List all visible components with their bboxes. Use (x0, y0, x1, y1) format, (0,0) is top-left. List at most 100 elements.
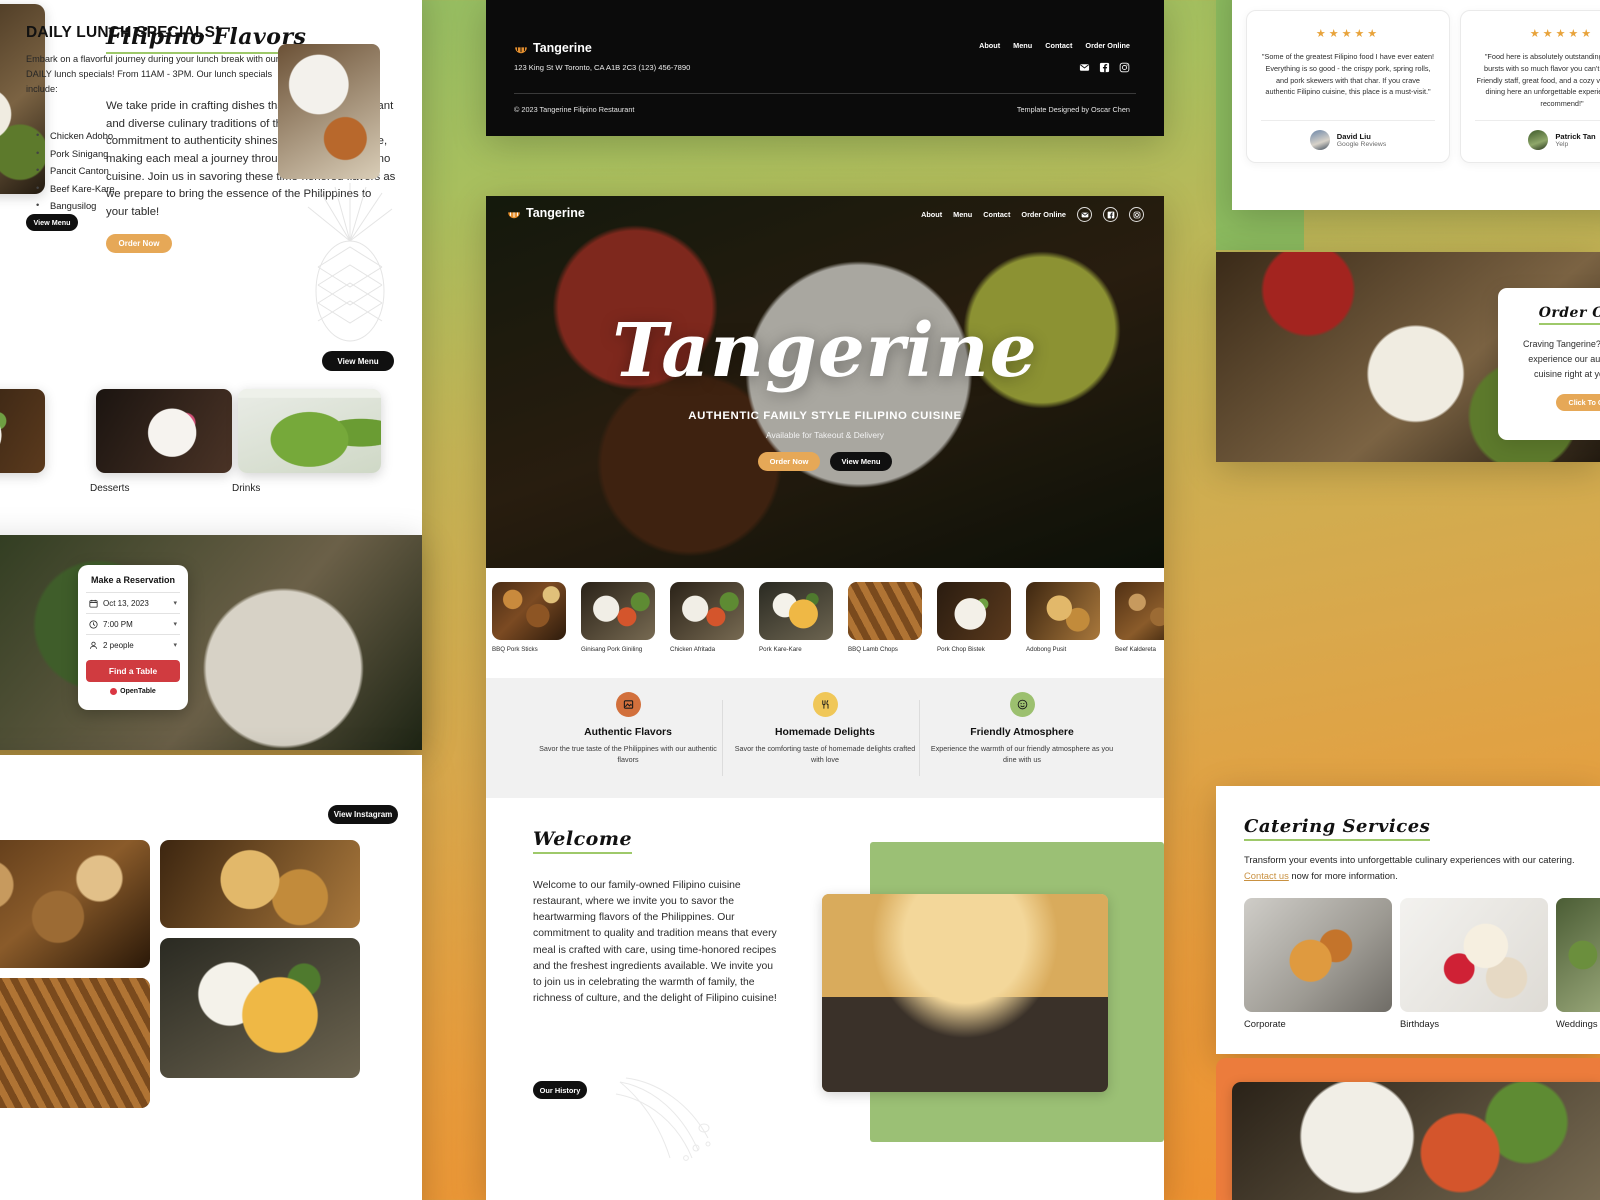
instagram-photo-2[interactable] (160, 840, 360, 928)
feature-friendly-atmosphere: Friendly Atmosphere Experience the warmt… (927, 692, 1117, 766)
nav-menu[interactable]: Menu (953, 210, 972, 219)
catering-body: Transform your events into unforgettable… (1244, 852, 1600, 884)
instagram-photo-1[interactable] (0, 840, 150, 968)
feature-divider (722, 700, 723, 776)
carousel-item-label: Pork Chop Bistek (937, 646, 985, 653)
footer-nav-order-online[interactable]: Order Online (1085, 41, 1130, 50)
chevron-down-icon: ▾ (173, 642, 177, 649)
carousel-item[interactable]: BBQ Lamb Chops (848, 582, 922, 653)
footer-brand[interactable]: Tangerine (514, 41, 592, 55)
carousel-item[interactable]: Adobong Pusit (1026, 582, 1100, 653)
order-online-title: Order Online (1538, 305, 1600, 325)
category-thumb-desserts[interactable] (96, 389, 232, 473)
person-icon (90, 641, 97, 649)
flavors-view-menu-button[interactable]: View Menu (322, 351, 394, 371)
instagram-icon[interactable] (1119, 62, 1130, 73)
hero-subtitle: AUTHENTIC FAMILY STYLE FILIPINO CUISINE (688, 410, 962, 422)
instagram-icon[interactable] (1129, 207, 1144, 222)
reservation-time-select[interactable]: 7:00 PM ▾ (86, 613, 180, 634)
catering-label-corporate: Corporate (1244, 1018, 1286, 1029)
feature-text: Savor the true taste of the Philippines … (539, 744, 717, 764)
testimonial-author: David Liu Google Reviews (1261, 120, 1435, 150)
feature-text: Experience the warmth of our friendly at… (930, 744, 1114, 764)
testimonial-name: Patrick Tan (1555, 132, 1596, 141)
feature-authentic-flavors: Authentic Flavors Savor the true taste o… (533, 692, 723, 766)
chevron-down-icon: ▾ (173, 621, 177, 628)
lunch-special-item: Beef Kare-Kare (34, 182, 115, 194)
testimonials-page-panel: Testimonials ★★★★★ "Some of the greatest… (1232, 0, 1600, 210)
dish-carousel[interactable]: BBQ Pork Sticks Ginisang Pork Giniling C… (486, 568, 1164, 678)
lunch-specials-list: Chicken Adobo Pork Sinigang Pancit Canto… (34, 129, 115, 218)
reservation-date-select[interactable]: Oct 13, 2023 ▾ (86, 592, 180, 613)
catering-photo-corporate[interactable] (1244, 898, 1392, 1012)
find-a-table-button[interactable]: Find a Table (86, 660, 180, 682)
opentable-logo-icon (110, 688, 118, 695)
category-label-drinks: Drinks (232, 483, 261, 494)
feature-title: Authentic Flavors (584, 727, 672, 738)
category-thumb-drinks[interactable] (238, 389, 381, 473)
lunch-special-item: Pork Sinigang (34, 147, 115, 159)
our-history-button[interactable]: Our History (533, 1081, 587, 1099)
opentable-label: OpenTable (120, 688, 156, 695)
footer-nav-menu[interactable]: Menu (1013, 41, 1032, 50)
reservation-widget[interactable]: Make a Reservation Oct 13, 2023 ▾ 7:00 P… (78, 565, 188, 710)
catering-photo-birthdays[interactable] (1400, 898, 1548, 1012)
footer-divider (514, 93, 1136, 94)
view-instagram-button[interactable]: View Instagram (328, 805, 398, 824)
carousel-item-label: Adobong Pusit (1026, 646, 1067, 653)
carousel-item-label: BBQ Pork Sticks (492, 646, 538, 653)
reservation-title: Make a Reservation (90, 575, 176, 585)
feature-homemade-delights: Homemade Delights Savor the comforting t… (730, 692, 920, 766)
nav-order-online[interactable]: Order Online (1021, 210, 1066, 219)
features-section: Authentic Flavors Savor the true taste o… (486, 678, 1164, 798)
instagram-photo-4[interactable] (0, 978, 150, 1108)
tangerine-logo-icon (508, 212, 520, 219)
lunch-special-item: Pancit Canton (34, 164, 115, 176)
carousel-item[interactable]: BBQ Pork Sticks (492, 582, 566, 653)
footer-nav-about[interactable]: About (979, 41, 1000, 50)
hero-order-now-button[interactable]: Order Now (758, 452, 820, 471)
nav-about[interactable]: About (921, 210, 942, 219)
facebook-icon[interactable] (1103, 207, 1118, 222)
footer-brand-name: Tangerine (533, 41, 592, 55)
hero-brand[interactable]: Tangerine (507, 206, 585, 220)
hero-title: Tangerine (612, 308, 1038, 394)
testimonial-card: ★★★★★ "Some of the greatest Filipino foo… (1246, 10, 1450, 163)
reservation-party-select[interactable]: 2 people ▾ (86, 634, 180, 655)
instagram-photo-3[interactable] (160, 938, 360, 1078)
click-to-order-button[interactable]: Click To Order (1556, 393, 1600, 411)
carousel-item-label: BBQ Lamb Chops (848, 646, 898, 653)
carousel-item[interactable]: Pork Chop Bistek (937, 582, 1011, 653)
carousel-item[interactable]: Pork Kare-Kare (759, 582, 833, 653)
carousel-item-label: Ginisang Pork Giniling (581, 646, 643, 653)
facebook-icon[interactable] (1099, 62, 1110, 73)
lunch-specials-heading: DAILY LUNCH SPECIALS! (26, 24, 221, 41)
carousel-item[interactable]: Chicken Afritada (670, 582, 744, 653)
lunch-special-item: Chicken Adobo (34, 129, 115, 141)
testimonial-quote: "Food here is absolutely outstanding. Ev… (1476, 52, 1600, 109)
pineapple-illustration (307, 183, 393, 342)
catering-title: Catering Services (1244, 816, 1431, 841)
hero-availability: Available for Takeout & Delivery (766, 430, 884, 440)
flavor-icon (615, 692, 641, 717)
flavors-order-now-button[interactable]: Order Now (106, 234, 172, 253)
homepage-panel: Tangerine About Menu Contact Order Onlin… (486, 196, 1164, 1200)
category-thumb-entrees[interactable] (0, 389, 45, 473)
catering-photo-weddings[interactable] (1556, 898, 1600, 1012)
catering-contact-link[interactable]: Contact us (1244, 870, 1289, 881)
peapod-illustration (615, 1077, 711, 1161)
carousel-item[interactable]: Ginisang Pork Giniling (581, 582, 655, 653)
welcome-body: Welcome to our family-owned Filipino cui… (533, 880, 777, 1004)
hero-cta-group: Order Now View Menu (486, 452, 1164, 471)
reservation-page-panel (0, 535, 422, 750)
hero-view-menu-button[interactable]: View Menu (830, 452, 892, 471)
footer-nav-contact[interactable]: Contact (1045, 41, 1072, 50)
footer-address: 123 King St W Toronto, CA A1B 2C3 (123) … (514, 63, 691, 72)
testimonial-author: Patrick Tan Yelp (1475, 120, 1600, 150)
carousel-item[interactable]: Beef Kaldereta (1115, 582, 1164, 653)
site-footer-panel: Tangerine About Menu Contact Order Onlin… (486, 0, 1164, 136)
email-icon[interactable] (1077, 207, 1092, 222)
nav-contact[interactable]: Contact (983, 210, 1010, 219)
email-icon[interactable] (1079, 62, 1090, 73)
lunch-specials-view-menu-button[interactable]: View Menu (26, 214, 78, 231)
